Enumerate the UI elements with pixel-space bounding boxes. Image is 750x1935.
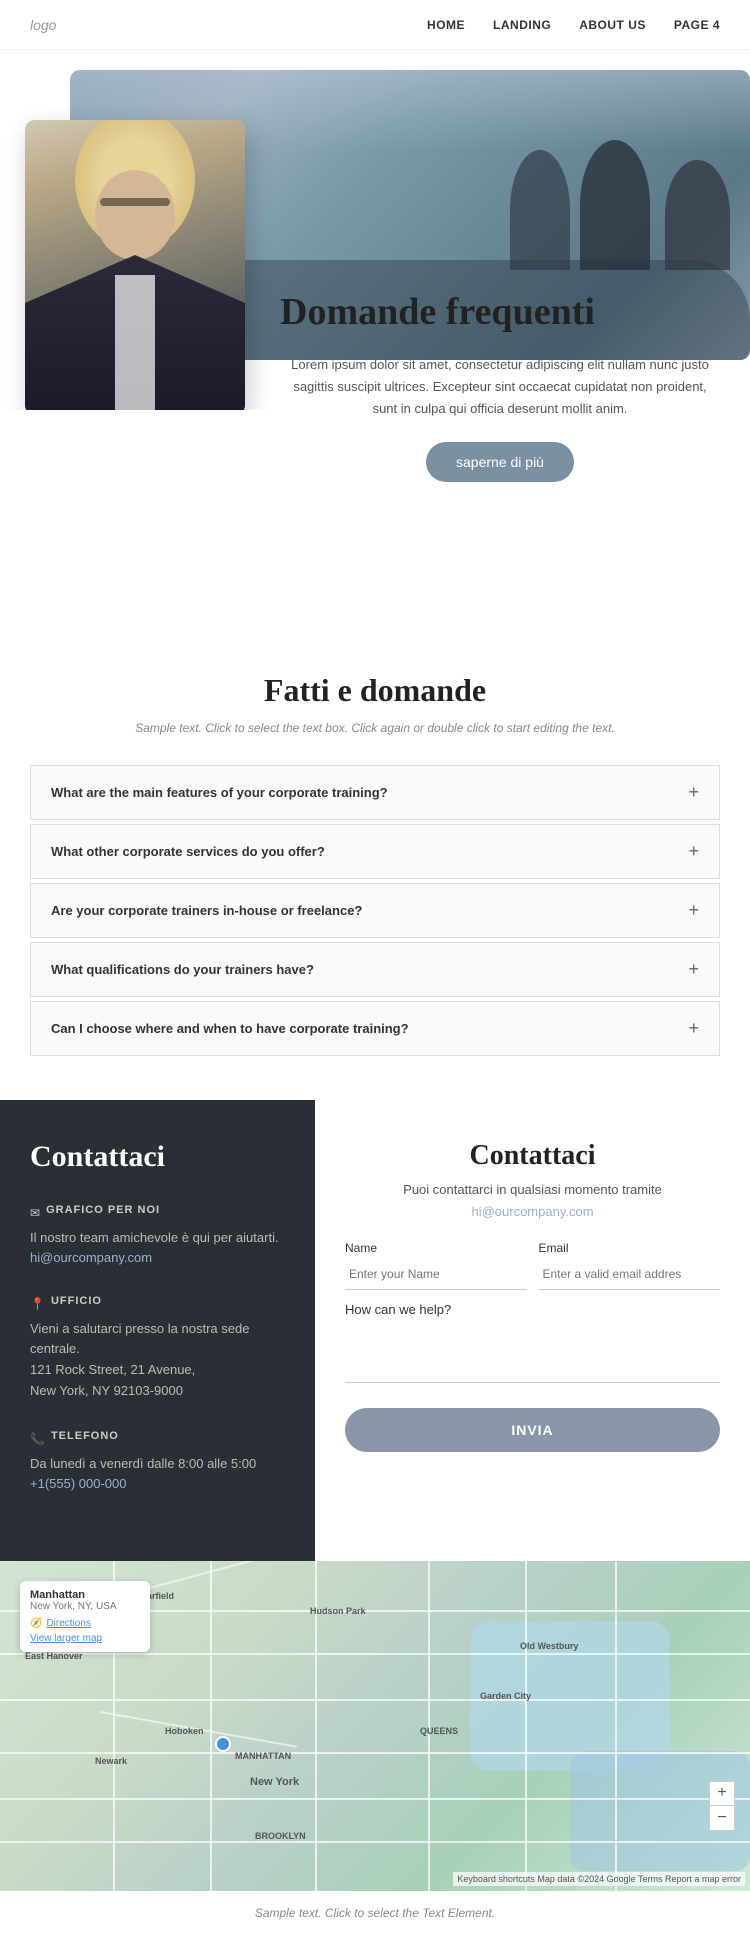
map-road-v2 [210, 1561, 212, 1891]
faq-expand-icon-5: + [688, 1018, 699, 1039]
spacer [0, 562, 750, 612]
faq-expand-icon-1: + [688, 782, 699, 803]
phone-link[interactable]: +1(555) 000-000 [30, 1476, 127, 1491]
contact-email-block: ✉ GRAFICO PER NOI Il nostro team amichev… [30, 1204, 285, 1267]
hero-floating-card [25, 120, 245, 410]
map-popup-title: Manhattan [30, 1589, 140, 1601]
address-line2: New York, NY 92103-9000 [30, 1381, 285, 1402]
contact-form-panel: Contattaci Puoi contattarci in qualsiasi… [315, 1100, 750, 1561]
faq-subtitle: Sample text. Click to select the text bo… [30, 721, 720, 735]
map-attribution: Keyboard shortcuts Map data ©2024 Google… [453, 1872, 745, 1886]
faq-list: What are the main features of your corpo… [30, 765, 720, 1056]
name-label: Name [345, 1241, 527, 1255]
map-label-newark: Newark [95, 1756, 127, 1766]
hero-cta-button[interactable]: saperne di più [426, 442, 574, 482]
nav-home[interactable]: HOME [427, 18, 465, 32]
address-line1: 121 Rock Street, 21 Avenue, [30, 1360, 285, 1381]
footer: Sample text. Click to select the Text El… [0, 1891, 750, 1935]
email-section-title: GRAFICO PER NOI [46, 1204, 160, 1216]
message-textarea[interactable] [345, 1323, 720, 1383]
map-road-v6 [615, 1561, 617, 1891]
faq-item-2[interactable]: What other corporate services do you off… [30, 824, 720, 879]
faq-expand-icon-2: + [688, 841, 699, 862]
phone-hours: Da lunedì a venerdì dalle 8:00 alle 5:00 [30, 1454, 285, 1475]
map-directions-link[interactable]: Directions [46, 1618, 90, 1629]
email-input[interactable] [539, 1259, 721, 1290]
map-section: MANHATTAN New York BROOKLYN QUEENS Newar… [0, 1561, 750, 1891]
logo: logo [30, 17, 56, 33]
footer-sample-text: Sample text. Click to select the Text El… [255, 1906, 495, 1920]
nav-landing[interactable]: LANDING [493, 18, 551, 32]
office-description: Vieni a salutarci presso la nostra sede … [30, 1319, 285, 1361]
faq-section: Fatti e domande Sample text. Click to se… [0, 612, 750, 1100]
faq-item-4[interactable]: What qualifications do your trainers hav… [30, 942, 720, 997]
contact-left-panel: Contattaci ✉ GRAFICO PER NOI Il nostro t… [0, 1100, 315, 1561]
map-label-newyork: New York [250, 1776, 299, 1788]
nav-page4[interactable]: PAGE 4 [674, 18, 720, 32]
map-popup: Manhattan New York, NY, USA 🧭 Directions… [20, 1581, 150, 1652]
how-can-we-help-label: How can we help? [345, 1302, 720, 1317]
map-label-garden-city: Garden City [480, 1691, 531, 1701]
name-email-row: Name Email [345, 1241, 720, 1290]
name-input[interactable] [345, 1259, 527, 1290]
map-larger-map-link[interactable]: View larger map [30, 1633, 140, 1644]
faq-expand-icon-3: + [688, 900, 699, 921]
contact-subtitle: Puoi contattarci in qualsiasi momento tr… [345, 1182, 720, 1197]
contact-right-title: Contattaci [345, 1140, 720, 1172]
faq-item-5[interactable]: Can I choose where and when to have corp… [30, 1001, 720, 1056]
map-label-hudson-valley: Hudson Park [310, 1606, 366, 1616]
name-field-group: Name [345, 1241, 527, 1290]
map-road-v5 [525, 1561, 527, 1891]
map-popup-subtitle: New York, NY, USA [30, 1601, 140, 1612]
directions-icon: 🧭 [30, 1618, 42, 1629]
phone-icon: 📞 [30, 1432, 45, 1446]
map-zoom-controls: + − [709, 1781, 735, 1831]
map-label-brooklyn: BROOKLYN [255, 1831, 306, 1841]
faq-expand-icon-4: + [688, 959, 699, 980]
map-label-queens: QUEENS [420, 1726, 458, 1736]
contact-phone-block: 📞 TELEFONO Da lunedì a venerdì dalle 8:0… [30, 1430, 285, 1493]
map-label-hoboken: Hoboken [165, 1726, 204, 1736]
map-label-east-hanover: East Hanover [25, 1651, 83, 1661]
contact-section: Contattaci ✉ GRAFICO PER NOI Il nostro t… [0, 1100, 750, 1561]
contact-left-title: Contattaci [30, 1140, 285, 1174]
map-zoom-out-button[interactable]: − [710, 1806, 734, 1830]
email-label: Email [539, 1241, 721, 1255]
map-label-manhattan: MANHATTAN [235, 1751, 291, 1761]
hero-section: Domande frequenti Lorem ipsum dolor sit … [0, 50, 750, 562]
submit-button[interactable]: INVIA [345, 1408, 720, 1452]
email-field-group: Email [539, 1241, 721, 1290]
contact-email-link[interactable]: hi@ourcompany.com [30, 1250, 152, 1265]
nav-links: HOME LANDING ABOUT US PAGE 4 [427, 18, 720, 32]
location-icon: 📍 [30, 1297, 45, 1311]
envelope-icon: ✉ [30, 1206, 40, 1220]
email-description: Il nostro team amichevole è qui per aiut… [30, 1228, 285, 1249]
map-background: MANHATTAN New York BROOKLYN QUEENS Newar… [0, 1561, 750, 1891]
navigation: logo HOME LANDING ABOUT US PAGE 4 [0, 0, 750, 50]
contact-form-email-link[interactable]: hi@ourcompany.com [471, 1204, 593, 1219]
phone-section-title: TELEFONO [51, 1430, 119, 1442]
nav-about[interactable]: ABOUT US [579, 18, 646, 32]
faq-title: Fatti e domande [30, 672, 720, 709]
faq-item-3[interactable]: Are your corporate trainers in-house or … [30, 883, 720, 938]
map-zoom-in-button[interactable]: + [710, 1782, 734, 1806]
office-section-title: UFFICIO [51, 1295, 102, 1307]
faq-item-1[interactable]: What are the main features of your corpo… [30, 765, 720, 820]
hero-title: Domande frequenti [280, 290, 720, 336]
hero-description: Lorem ipsum dolor sit amet, consectetur … [280, 354, 720, 420]
contact-office-block: 📍 UFFICIO Vieni a salutarci presso la no… [30, 1295, 285, 1402]
map-location-pin [215, 1736, 227, 1748]
map-label-old-westbury: Old Westbury [520, 1641, 578, 1651]
